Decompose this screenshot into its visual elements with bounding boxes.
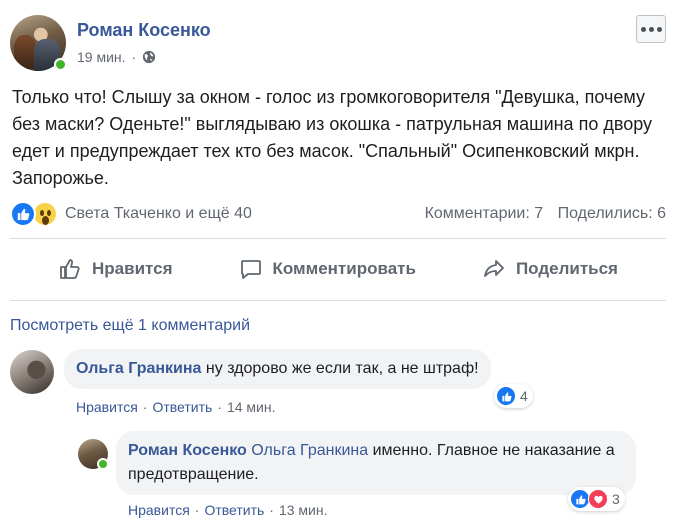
dot-icon bbox=[648, 26, 654, 32]
reaction-icons[interactable] bbox=[10, 201, 62, 227]
comment-button[interactable]: Комментировать bbox=[239, 246, 416, 292]
comment-item: Ольга Гранкина ну здорово же если так, а… bbox=[10, 349, 666, 419]
share-button-label: Поделиться bbox=[515, 259, 618, 278]
comment-reactions-count: 3 bbox=[612, 491, 620, 507]
commenter-avatar[interactable] bbox=[10, 350, 54, 394]
post-body-text: Только что! Слышу за окном - голос из гр… bbox=[12, 87, 653, 188]
globe-icon[interactable] bbox=[142, 50, 156, 64]
thumbs-up-icon bbox=[60, 259, 80, 279]
comment-reactions[interactable]: 3 bbox=[568, 487, 625, 511]
dot-icon bbox=[656, 26, 662, 32]
comments-count-link[interactable]: Комментарии: 7 bbox=[425, 205, 544, 222]
post-header: Роман Косенко 19 мин. · bbox=[10, 15, 666, 71]
divider bbox=[10, 238, 666, 239]
reactions-summary: Света Ткаченко и ещё 40 Комментарии: 7 П… bbox=[10, 200, 666, 228]
comment-timestamp[interactable]: 14 мин. bbox=[227, 399, 276, 415]
online-status-icon bbox=[54, 58, 67, 71]
meta-separator: · bbox=[131, 49, 137, 65]
comment-text: ну здорово же если так, а не штраф! bbox=[205, 360, 479, 377]
comment-button-label: Комментировать bbox=[272, 259, 416, 278]
post-meta: 19 мин. · bbox=[77, 49, 156, 65]
share-arrow-icon bbox=[484, 260, 504, 277]
post-timestamp[interactable]: 19 мин. bbox=[77, 49, 126, 65]
post-options-button[interactable] bbox=[636, 15, 666, 43]
post-author-name[interactable]: Роман Косенко bbox=[77, 20, 211, 41]
engagement-counts: Комментарии: 7 Поделились: 6 bbox=[425, 205, 666, 223]
comment-reply-link[interactable]: Ответить bbox=[204, 502, 264, 518]
share-button[interactable]: Поделиться bbox=[482, 246, 618, 292]
online-status-icon bbox=[97, 458, 109, 470]
reactors-link[interactable]: Света Ткаченко и ещё 40 bbox=[65, 205, 252, 223]
shares-count-link[interactable]: Поделились: 6 bbox=[558, 205, 666, 222]
comment-bubble: Ольга Гранкина ну здорово же если так, а… bbox=[64, 349, 491, 389]
comment-like-link[interactable]: Нравится bbox=[76, 399, 138, 415]
comment-author-name[interactable]: Роман Косенко bbox=[128, 442, 247, 459]
comment-bubble: Роман Косенко Ольга Гранкина именно. Гла… bbox=[116, 431, 636, 495]
like-button[interactable]: Нравится bbox=[58, 246, 173, 292]
comment-timestamp[interactable]: 13 мин. bbox=[279, 502, 328, 518]
comment-like-link[interactable]: Нравится bbox=[128, 502, 190, 518]
like-reaction-icon bbox=[570, 489, 590, 509]
comment-mention[interactable]: Ольга Гранкина bbox=[251, 442, 368, 459]
comment-reactions[interactable]: 4 bbox=[494, 384, 533, 408]
comment-author-name[interactable]: Ольга Гранкина bbox=[76, 360, 201, 377]
view-more-comments-link[interactable]: Посмотреть ещё 1 комментарий bbox=[10, 317, 250, 335]
comment-reactions-count: 4 bbox=[520, 388, 528, 404]
divider bbox=[10, 300, 666, 301]
comment-actions: Нравится · Ответить · 14 мин. bbox=[76, 399, 276, 415]
like-button-label: Нравится bbox=[92, 259, 173, 278]
comment-bubble-icon bbox=[240, 260, 261, 279]
love-reaction-icon bbox=[588, 489, 608, 509]
like-reaction-icon bbox=[10, 201, 36, 227]
comment-actions: Нравится · Ответить · 13 мин. bbox=[128, 502, 328, 518]
reply-item: Роман Косенко Ольга Гранкина именно. Гла… bbox=[78, 431, 666, 523]
dot-icon bbox=[640, 26, 646, 32]
post-actions: Нравится Комментировать Поделиться bbox=[10, 246, 666, 292]
comment-reply-link[interactable]: Ответить bbox=[152, 399, 212, 415]
like-reaction-icon bbox=[496, 386, 516, 406]
avatar-horse-shape bbox=[14, 35, 36, 69]
